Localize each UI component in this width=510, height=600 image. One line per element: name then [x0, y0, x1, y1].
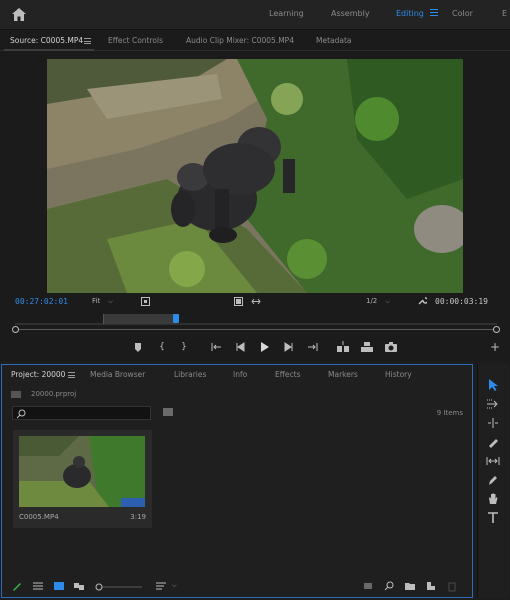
tab-markers[interactable]: Markers [328, 370, 358, 379]
trash-icon[interactable] [446, 580, 458, 592]
tab-media-browser[interactable]: Media Browser [90, 370, 145, 379]
home-icon[interactable] [12, 8, 26, 21]
playhead-timecode[interactable]: 00:27:02:01 [15, 297, 68, 306]
transport-controls: { } + [0, 340, 510, 356]
freeform-view-icon[interactable] [73, 580, 85, 592]
clip-item[interactable]: C0005.MP4 3:19 [13, 430, 152, 528]
folder-icon [11, 390, 21, 398]
source-panel-tabs: Source: C0005.MP4 Effect Controls Audio … [0, 31, 510, 51]
search-icon [16, 409, 26, 419]
safe-margins-icon[interactable] [141, 297, 150, 306]
ruler-ticks [15, 323, 497, 325]
insert-clip-icon[interactable] [234, 297, 243, 306]
step-back-icon[interactable] [233, 340, 247, 354]
chevron-down-icon[interactable]: ⌵ [172, 582, 177, 590]
overwrite-icon[interactable] [360, 340, 374, 354]
tab-audio-clip-mixer[interactable]: Audio Clip Mixer: C0005.MP4 [186, 36, 294, 45]
add-marker-icon[interactable] [131, 340, 145, 354]
clip-name: C0005.MP4 [19, 513, 59, 521]
tab-effect-controls[interactable]: Effect Controls [108, 36, 163, 45]
new-item-icon[interactable] [425, 580, 437, 592]
tools-panel [477, 364, 509, 598]
tab-metadata[interactable]: Metadata [316, 36, 352, 45]
pen-tool-icon[interactable] [486, 473, 500, 487]
zoom-handle-left[interactable] [12, 326, 19, 333]
list-view-icon[interactable] [32, 580, 44, 592]
automate-to-sequence-icon[interactable] [362, 580, 374, 592]
source-monitor-panel: Source: C0005.MP4 Effect Controls Audio … [0, 31, 510, 361]
track-select-tool-icon[interactable] [486, 397, 500, 411]
workspace-tab-learning[interactable]: Learning [269, 9, 304, 18]
tab-libraries[interactable]: Libraries [174, 370, 206, 379]
source-video-frame[interactable] [47, 59, 463, 293]
workspace-tab-color[interactable]: Color [452, 9, 473, 18]
workspace-menu-icon[interactable] [430, 9, 438, 17]
thumbnail-image [19, 436, 145, 507]
panel-menu-icon[interactable] [68, 372, 75, 380]
mark-out-icon[interactable]: } [177, 340, 191, 354]
workspace-tab-assembly[interactable]: Assembly [331, 9, 370, 18]
button-editor-plus-icon[interactable]: + [488, 340, 502, 354]
duration-timecode: 00:00:03:19 [435, 297, 488, 306]
workspace-bar: Learning Assembly Editing Color E [0, 0, 510, 30]
slip-tool-icon[interactable] [486, 454, 500, 468]
playhead-marker[interactable] [173, 314, 179, 323]
zoom-slider[interactable] [95, 583, 143, 591]
step-forward-icon[interactable] [282, 340, 296, 354]
drag-video-icon[interactable] [251, 297, 261, 306]
video-still [47, 59, 463, 293]
tab-history[interactable]: History [385, 370, 412, 379]
zoom-handle-right[interactable] [493, 326, 500, 333]
project-bottom-toolbar: ⌵ [2, 577, 472, 597]
active-tab-underline [4, 49, 94, 51]
selection-tool-icon[interactable] [486, 378, 500, 392]
chevron-down-icon: ⌵ [108, 298, 113, 305]
new-bin-icon[interactable] [404, 580, 416, 592]
panel-menu-icon[interactable] [84, 38, 91, 46]
find-icon[interactable] [383, 580, 395, 592]
mark-in-icon[interactable]: { [155, 340, 169, 354]
insert-icon[interactable] [336, 340, 350, 354]
icon-view-icon[interactable] [53, 580, 65, 592]
wrench-icon[interactable] [417, 296, 427, 306]
project-path: 20000.prproj [11, 390, 76, 398]
workspace-tab-overflow[interactable]: E [502, 9, 507, 18]
tab-source[interactable]: Source: C0005.MP4 [10, 36, 83, 45]
clip-thumbnail[interactable] [19, 436, 145, 507]
tab-project[interactable]: Project: 20000 [11, 370, 65, 379]
item-count: 9 Items [436, 409, 463, 417]
project-search-input[interactable] [12, 406, 151, 420]
chevron-down-icon: ⌵ [385, 298, 390, 305]
in-out-range[interactable] [103, 314, 177, 324]
zoom-select[interactable]: Fit ⌵ [92, 297, 113, 306]
pencil-icon[interactable] [11, 580, 23, 592]
time-ruler[interactable] [15, 312, 497, 326]
tab-info[interactable]: Info [233, 370, 247, 379]
project-panel: Project: 20000 Media Browser Libraries I… [1, 364, 473, 598]
zoom-scroll-track[interactable] [15, 329, 497, 330]
play-icon[interactable] [257, 340, 271, 354]
workspace-tab-editing[interactable]: Editing [396, 9, 424, 18]
go-to-out-icon[interactable] [306, 340, 320, 354]
camera-icon[interactable] [384, 340, 398, 354]
ripple-edit-tool-icon[interactable] [486, 416, 500, 430]
hand-tool-icon[interactable] [486, 492, 500, 506]
razor-tool-icon[interactable] [486, 435, 500, 449]
go-to-in-icon[interactable] [209, 340, 223, 354]
project-panel-tabs: Project: 20000 Media Browser Libraries I… [2, 365, 472, 385]
clip-duration: 3:19 [130, 513, 146, 521]
tab-effects[interactable]: Effects [275, 370, 301, 379]
playback-resolution-select[interactable]: 1/2 ⌵ [366, 297, 390, 306]
new-bin-from-search-icon[interactable] [163, 408, 173, 416]
type-tool-icon[interactable] [486, 511, 500, 525]
sort-icon[interactable] [155, 580, 167, 592]
